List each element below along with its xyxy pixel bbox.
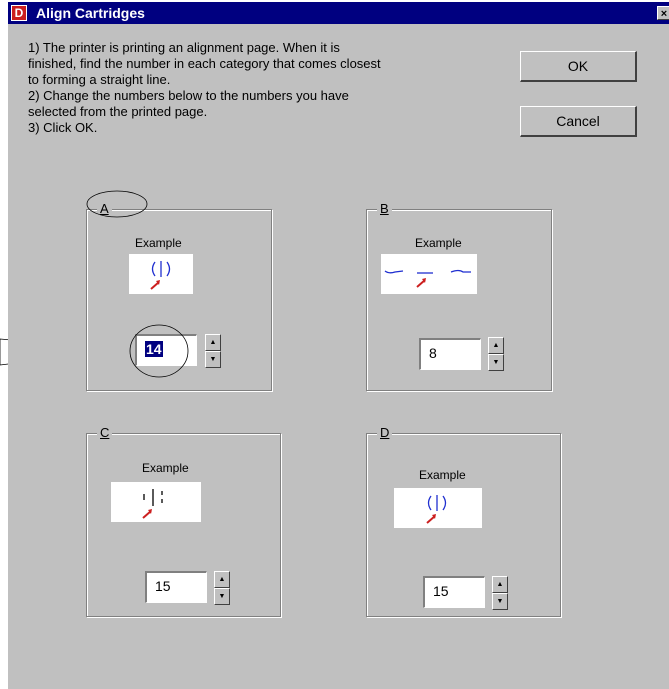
group-b-example-label: Example bbox=[415, 236, 462, 250]
group-a-highlight-circles bbox=[86, 190, 189, 378]
group-b-value-input[interactable]: 8 bbox=[419, 338, 481, 370]
group-d-value-input[interactable]: 15 bbox=[423, 576, 485, 608]
group-b-spinner: ▲ ▼ bbox=[488, 337, 504, 371]
ok-button[interactable]: OK bbox=[520, 51, 637, 82]
alignment-example-d-icon bbox=[426, 495, 447, 524]
alignment-example-c-icon bbox=[142, 489, 163, 519]
instruction-line: 2) Change the numbers below to the numbe… bbox=[28, 88, 349, 103]
group-c-example-label: Example bbox=[142, 461, 189, 475]
printer-app-icon: D bbox=[11, 5, 27, 21]
group-c-value-input[interactable]: 15 bbox=[145, 571, 207, 603]
close-button[interactable]: × bbox=[657, 6, 669, 20]
group-c-spinner: ▲ ▼ bbox=[214, 571, 230, 605]
align-cartridges-dialog: D Align Cartridges × 1) The printer is p… bbox=[8, 2, 669, 689]
alignment-example-b-icon bbox=[384, 269, 471, 288]
group-b: B Example 8 ▲ ▼ bbox=[366, 201, 552, 391]
group-d-spin-up-button[interactable]: ▲ bbox=[492, 576, 508, 593]
group-c: C Example 15 ▲ ▼ bbox=[86, 425, 281, 617]
group-d-label: D bbox=[377, 425, 393, 441]
label-highlight-circle bbox=[86, 190, 148, 218]
group-d: D Example 15 ▲ ▼ bbox=[366, 425, 561, 617]
instruction-line: 1) The printer is printing an alignment … bbox=[28, 40, 340, 55]
instruction-line: 3) Click OK. bbox=[28, 120, 98, 135]
group-c-label: C bbox=[97, 425, 113, 441]
cancel-button[interactable]: Cancel bbox=[520, 106, 637, 137]
group-c-example-image bbox=[111, 482, 201, 522]
value-highlight-circle bbox=[129, 324, 189, 378]
group-d-spinner: ▲ ▼ bbox=[492, 576, 508, 610]
title-bar[interactable]: D Align Cartridges × bbox=[8, 2, 669, 24]
group-c-spin-down-button[interactable]: ▼ bbox=[214, 588, 230, 605]
instruction-line: to forming a straight line. bbox=[28, 72, 171, 87]
group-b-label: B bbox=[377, 201, 392, 217]
window-title: Align Cartridges bbox=[36, 5, 145, 21]
group-b-example-image bbox=[381, 254, 477, 294]
instruction-line: selected from the printed page. bbox=[28, 104, 208, 119]
group-b-spin-down-button[interactable]: ▼ bbox=[488, 354, 504, 371]
group-d-spin-down-button[interactable]: ▼ bbox=[492, 593, 508, 610]
group-b-spin-up-button[interactable]: ▲ bbox=[488, 337, 504, 354]
group-a: A Example 14 ▲ ▼ bbox=[86, 190, 272, 391]
group-d-example-image bbox=[394, 488, 482, 528]
group-c-spin-up-button[interactable]: ▲ bbox=[214, 571, 230, 588]
group-d-example-label: Example bbox=[419, 468, 466, 482]
instruction-line: finished, find the number in each catego… bbox=[28, 56, 381, 71]
instructions-text: 1) The printer is printing an alignment … bbox=[28, 40, 498, 136]
